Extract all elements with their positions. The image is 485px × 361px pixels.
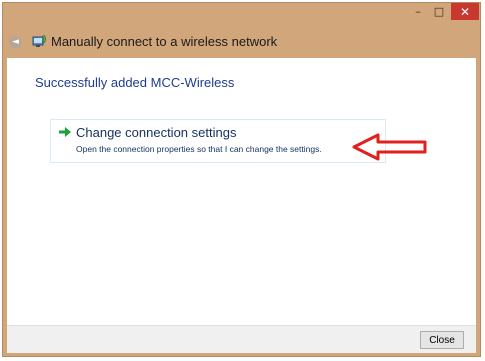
back-button[interactable]: ◄ xyxy=(9,36,22,49)
close-icon: ✕ xyxy=(459,4,471,19)
wireless-network-icon xyxy=(32,34,47,47)
window-title: Manually connect to a wireless network xyxy=(51,34,278,49)
title-bar: – □ ✕ xyxy=(3,3,480,25)
link-title: Change connection settings xyxy=(76,125,237,140)
maximize-button[interactable]: □ xyxy=(429,3,449,20)
minimize-button[interactable]: – xyxy=(408,3,428,20)
change-connection-settings-link[interactable]: Change connection settings Open the conn… xyxy=(50,119,386,163)
back-arrow-icon: ◄ xyxy=(12,37,19,47)
page-heading: Successfully added MCC-Wireless xyxy=(35,75,235,90)
close-button[interactable]: Close xyxy=(420,331,464,349)
content-panel: Successfully added MCC-Wireless Change c… xyxy=(7,58,476,325)
dialog-footer: Close xyxy=(7,325,476,353)
red-arrow-icon xyxy=(352,133,427,161)
minimize-icon: – xyxy=(415,5,421,18)
green-arrow-icon xyxy=(59,127,71,137)
dialog-window: – □ ✕ ◄ Manually connect to a wireless n… xyxy=(2,2,481,357)
window-close-button[interactable]: ✕ xyxy=(451,3,479,20)
maximize-icon: □ xyxy=(433,5,445,18)
link-description: Open the connection properties so that I… xyxy=(76,144,322,154)
